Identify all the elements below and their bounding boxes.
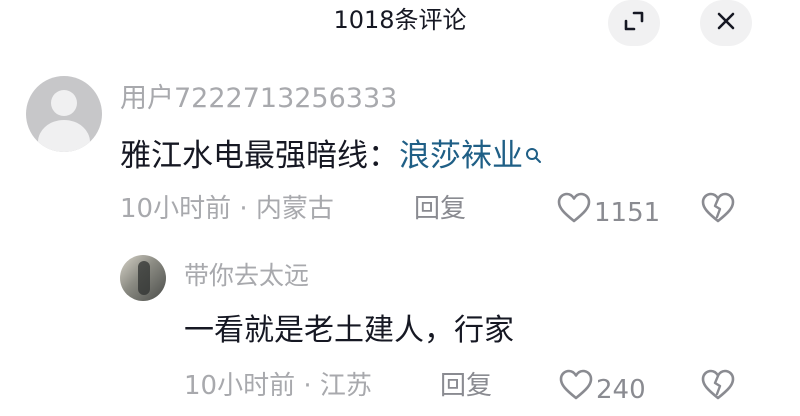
comment-username[interactable]: 用户7222713256333 [120,82,397,116]
comment-time-location: 10小时前 · 江苏 [184,371,372,401]
comments-header: 1018条评论 [0,0,800,46]
expand-icon [622,9,646,37]
default-avatar-body [38,120,90,152]
comment-time-location: 10小时前 · 内蒙古 [120,194,334,224]
reply-button[interactable]: 回复 [414,192,466,226]
expand-button[interactable] [608,0,660,46]
like-button[interactable]: 240 [558,369,646,410]
search-link[interactable]: 浪莎袜业 [399,138,523,174]
comment-text-body: 雅江水电最强暗线： [120,138,399,174]
like-button[interactable]: 1151 [556,192,660,233]
like-count: 240 [596,374,646,405]
search-icon [525,136,543,176]
comment-count-title: 1018条评论 [333,6,467,34]
dislike-button[interactable] [700,192,736,226]
avatar[interactable] [26,76,102,152]
heart-icon [558,369,596,410]
heart-icon [556,192,594,233]
comment-text: 雅江水电最强暗线：浪莎袜业 [120,136,543,176]
like-count: 1151 [594,197,661,228]
avatar-photo-figure [138,261,150,295]
broken-heart-icon [700,369,736,405]
broken-heart-icon [700,192,736,228]
avatar[interactable] [120,255,166,301]
close-button[interactable] [700,0,752,46]
comment-username[interactable]: 带你去太远 [184,259,309,293]
comment-text: 一看就是老土建人，行家 [184,313,514,348]
dislike-button[interactable] [700,369,736,403]
reply-button[interactable]: 回复 [440,369,492,403]
close-icon [714,9,738,37]
default-avatar-head [51,90,77,116]
